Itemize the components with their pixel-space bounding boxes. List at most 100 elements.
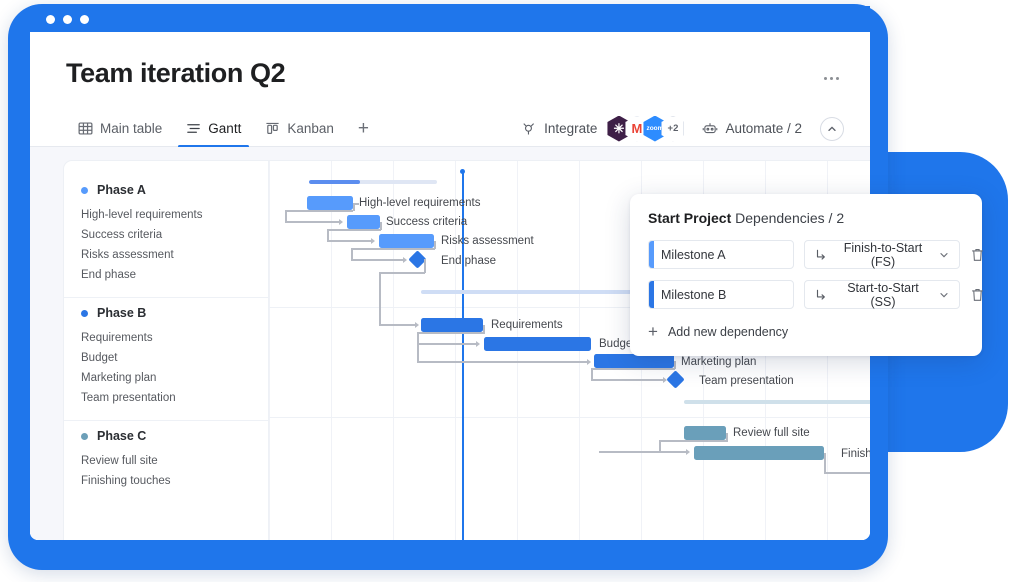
dependency-arrow	[686, 449, 690, 455]
task-bar-label: Review full site	[733, 427, 810, 439]
board-more-menu-button[interactable]	[818, 68, 844, 88]
delete-dependency-button[interactable]	[970, 287, 985, 303]
grid-line	[269, 161, 270, 540]
dependency-arrow	[403, 257, 407, 263]
group-summary-bar-phase-c[interactable]	[684, 400, 870, 404]
dependency-type-select[interactable]: Start-to-Start (SS)	[804, 280, 960, 309]
task-row[interactable]: Success criteria	[64, 225, 268, 245]
task-name: Team presentation	[81, 392, 176, 404]
task-name: Marketing plan	[81, 372, 157, 384]
dependency-line	[353, 203, 355, 211]
dependency-arrow	[371, 238, 375, 244]
task-name: Success criteria	[81, 229, 163, 241]
automate-label: Automate / 2	[725, 121, 802, 136]
task-row[interactable]: High-level requirements	[64, 205, 268, 225]
dependency-line	[285, 210, 353, 212]
task-bar-label: Finishing	[841, 448, 870, 460]
chevron-down-icon[interactable]	[938, 289, 950, 301]
task-row[interactable]: Finishing touches	[64, 471, 268, 491]
group-summary-bar-phase-a[interactable]	[309, 180, 437, 184]
task-bar-success-criteria[interactable]	[347, 215, 380, 229]
add-new-dependency-button[interactable]: + Add new dependency	[648, 323, 964, 340]
tab-main-table[interactable]: Main table	[66, 111, 174, 147]
milestone-team-presentation[interactable]	[666, 370, 685, 389]
task-bar-label: End phase	[441, 255, 496, 267]
dependency-line	[379, 272, 381, 325]
view-tabs-bar: Main table Gantt Kanban + Integrate ✳ M …	[30, 111, 870, 148]
group-header[interactable]: Phase B	[64, 298, 268, 328]
zoom-glyph: zoom	[646, 125, 664, 132]
dependency-line	[351, 248, 435, 250]
dependency-type-select[interactable]: Finish-to-Start (FS)	[804, 240, 960, 269]
dependency-line	[659, 440, 728, 442]
dependencies-item-name: Start Project	[648, 210, 732, 226]
task-name: Risks assessment	[81, 249, 174, 261]
kanban-icon	[265, 121, 280, 136]
more-dot	[835, 76, 839, 80]
task-bar-budget[interactable]	[484, 337, 591, 351]
chevron-up-icon	[828, 125, 836, 131]
board-header: Team iteration Q2	[30, 32, 870, 89]
task-row[interactable]: Requirements	[64, 328, 268, 348]
add-view-button[interactable]: +	[346, 119, 381, 138]
integrate-button[interactable]: Integrate ✳ M zoom +2	[521, 115, 685, 142]
integrate-label: Integrate	[544, 121, 598, 136]
group-header[interactable]: Phase A	[64, 175, 268, 205]
page-title: Team iteration Q2	[66, 58, 286, 88]
integration-avatars[interactable]: ✳ M zoom +2	[607, 115, 685, 142]
delete-dependency-button[interactable]	[970, 247, 985, 263]
task-name: Finishing touches	[81, 475, 171, 487]
dependency-type-icon	[814, 288, 828, 302]
task-bar-high-level-requirements[interactable]	[307, 196, 353, 210]
task-bar-review-full-site[interactable]	[684, 426, 726, 440]
task-bar-label: Risks assessment	[441, 235, 534, 247]
dependency-line	[379, 324, 415, 326]
dependency-item-select[interactable]: Milestone B	[648, 280, 794, 309]
task-bar-risks-assessment[interactable]	[379, 234, 434, 248]
task-bar-label: Team presentation	[699, 375, 794, 387]
traffic-light-maximize[interactable]	[80, 14, 89, 24]
task-row[interactable]: Risks assessment	[64, 245, 268, 265]
dependency-line	[591, 368, 675, 370]
task-bar-label: Marketing plan	[681, 356, 757, 368]
task-row[interactable]: End phase	[64, 265, 268, 285]
tab-gantt[interactable]: Gantt	[174, 111, 253, 148]
task-bar-requirements[interactable]	[421, 318, 483, 332]
task-bar-marketing-plan[interactable]	[594, 354, 674, 368]
task-row[interactable]: Review full site	[64, 451, 268, 471]
integration-more-badge[interactable]: +2	[661, 115, 685, 142]
task-name: Review full site	[81, 455, 158, 467]
more-dot	[823, 76, 827, 80]
task-row[interactable]: Budget	[64, 348, 268, 368]
dependency-item-name: Milestone A	[661, 247, 726, 262]
dependency-line	[379, 272, 425, 274]
tab-kanban[interactable]: Kanban	[253, 111, 346, 147]
dependency-line	[424, 259, 426, 273]
group-name: Phase C	[97, 429, 147, 443]
dependency-line	[285, 221, 339, 223]
task-name: Requirements	[81, 332, 153, 344]
automate-button[interactable]: Automate / 2	[702, 121, 802, 137]
chevron-down-icon[interactable]	[938, 249, 950, 261]
group-separator	[269, 417, 870, 418]
grid-line	[331, 161, 332, 540]
task-row[interactable]: Team presentation	[64, 388, 268, 408]
gantt-group-phase-c: Phase C Review full site Finishing touch…	[64, 420, 268, 491]
tab-label: Main table	[100, 121, 163, 136]
table-icon	[78, 121, 93, 136]
traffic-light-close[interactable]	[46, 14, 55, 24]
dependencies-popup-title: Start Project Dependencies / 2	[648, 210, 964, 226]
group-header[interactable]: Phase C	[64, 421, 268, 451]
dependency-line	[327, 229, 381, 231]
group-name: Phase B	[97, 306, 147, 320]
task-bar-finishing-touches[interactable]	[694, 446, 824, 460]
plus-icon: +	[648, 322, 658, 341]
dependency-item-select[interactable]: Milestone A	[648, 240, 794, 269]
task-name: End phase	[81, 269, 136, 281]
dependency-arrow	[587, 359, 591, 365]
collapse-toolbar-button[interactable]	[820, 116, 844, 141]
traffic-light-minimize[interactable]	[63, 14, 72, 24]
task-row[interactable]: Marketing plan	[64, 368, 268, 388]
